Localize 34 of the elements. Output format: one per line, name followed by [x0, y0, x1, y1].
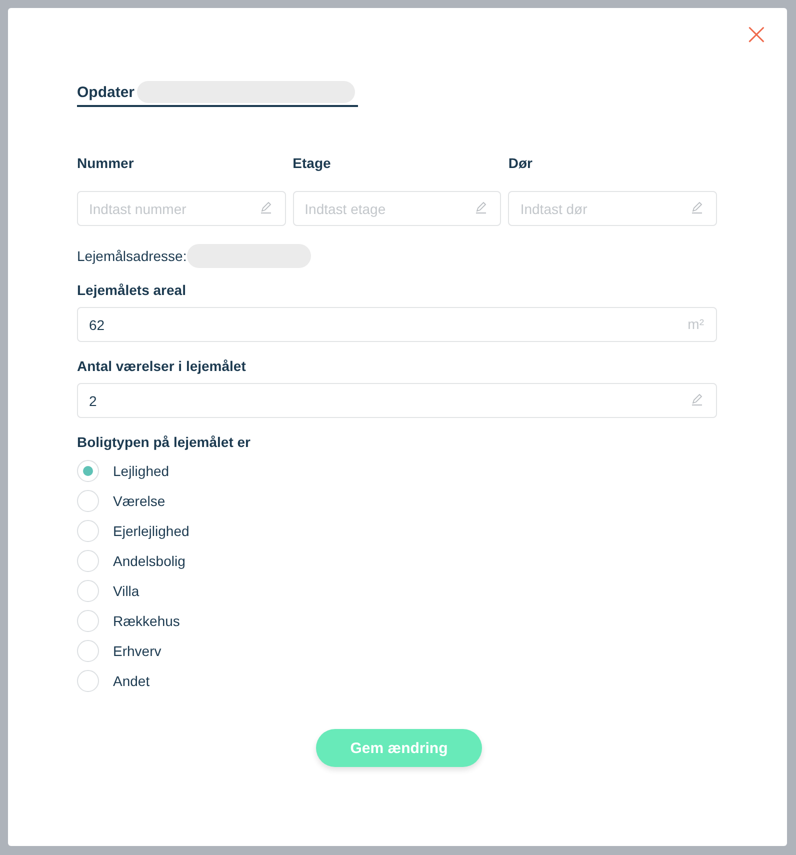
field-label: Lejemålets areal [77, 282, 187, 298]
pencil-icon [475, 202, 488, 214]
radio-label[interactable]: Andelsbolig [113, 553, 186, 569]
field-label: Nummer [77, 155, 135, 171]
radio-label[interactable]: Ejerlejlighed [113, 523, 190, 539]
group-label: Boligtypen på lejemålet er [77, 434, 252, 450]
input-field[interactable]: Indtast dør [508, 191, 718, 226]
radio-button[interactable] [77, 580, 99, 602]
radio-label[interactable]: Lejlighed [113, 463, 170, 479]
address-label: Lejemålsadresse: [77, 248, 187, 264]
title-tab[interactable]: Opdater [77, 81, 358, 107]
radio-label[interactable]: Værelse [113, 493, 166, 509]
field-label: Dør [508, 155, 534, 171]
input-field[interactable]: Indtast etage [292, 191, 502, 226]
unit-label: m² [688, 316, 704, 332]
radio-label[interactable]: Erhverv [113, 643, 162, 659]
input-field[interactable]: Indtast nummer [77, 191, 286, 226]
radio-button[interactable] [77, 550, 99, 572]
radio-button[interactable] [77, 640, 99, 662]
input-field[interactable]: 2 [77, 383, 717, 418]
radio-label[interactable]: Rækkehus [113, 613, 180, 629]
radio-button[interactable] [77, 670, 99, 692]
radio-button[interactable] [77, 610, 99, 632]
field-label: Antal værelser i lejemålet [77, 358, 247, 374]
radio-label[interactable]: Andet [113, 673, 150, 689]
radio-label[interactable]: Villa [113, 583, 140, 599]
radio-button[interactable] [77, 490, 99, 512]
dialog-title: Opdater [77, 84, 135, 100]
radio-button[interactable] [77, 520, 99, 542]
pencil-icon [260, 202, 272, 214]
field-label: Etage [292, 155, 332, 171]
radio-button[interactable] [77, 460, 99, 482]
pencil-icon [691, 202, 704, 214]
pencil-icon [691, 394, 703, 406]
